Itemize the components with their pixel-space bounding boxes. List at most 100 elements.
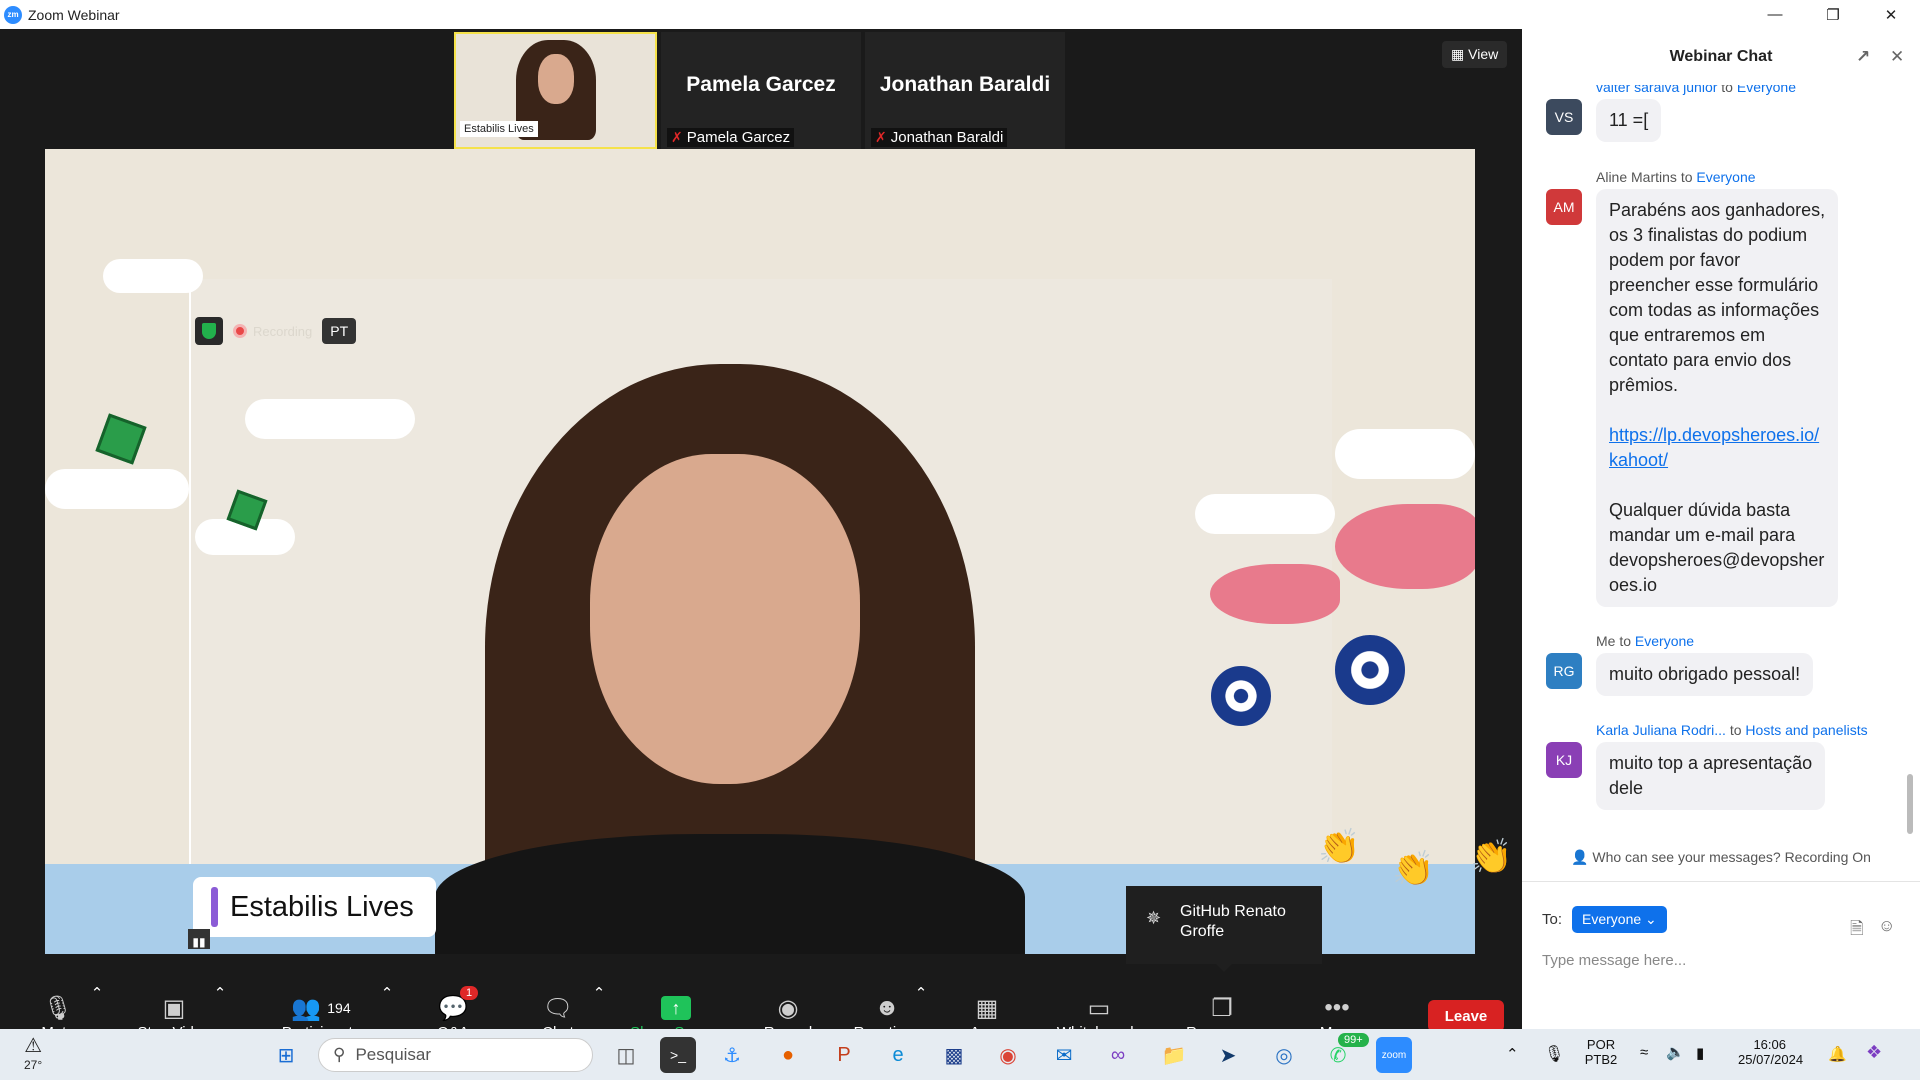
message-line: com todas as informações — [1609, 300, 1820, 320]
message-line: muito top a apresentação — [1609, 753, 1813, 773]
chat-scrollbar[interactable] — [1907, 774, 1913, 834]
app-icon[interactable]: ➤ — [1210, 1037, 1246, 1073]
message-line: Parabéns aos ganhadores, — [1609, 200, 1826, 220]
more-dots-icon: ••• — [1324, 994, 1350, 1021]
video-camera-icon: ▣ — [162, 994, 186, 1022]
leave-button[interactable]: Leave — [1428, 1000, 1504, 1032]
sender-name[interactable]: Karla Juliana Rodri... — [1596, 722, 1726, 738]
weather-widget[interactable]: ⚠ 27° — [24, 1033, 42, 1072]
chat-options-caret-icon[interactable]: ⌃ — [592, 984, 606, 1002]
message-line: prêmios. — [1609, 375, 1679, 395]
zoom-webinar-window: zm Zoom Webinar — ❐ ✕ Estabilis Lives Pa… — [0, 0, 1920, 1080]
chat-message: valter saraiva junior to Everyone VS 11 … — [1546, 85, 1906, 142]
recipient-name[interactable]: Everyone — [1737, 85, 1796, 95]
participant-tile-pamela[interactable]: Pamela Garcez ✗ Pamela Garcez — [661, 32, 861, 149]
whiteboard-icon: ▭ — [1087, 994, 1111, 1022]
docker-icon[interactable]: ⚓ — [714, 1037, 750, 1073]
edge-icon[interactable]: e — [880, 1037, 916, 1073]
whatsapp-icon[interactable]: ✆ 99+ — [1320, 1033, 1369, 1073]
avatar: KJ — [1546, 742, 1582, 778]
security-shield-icon[interactable] — [195, 317, 223, 345]
reactions-options-caret-icon[interactable]: ⌃ — [914, 984, 928, 1002]
copilot-icon[interactable]: ❖ — [1866, 1042, 1882, 1063]
participants-icon: 👥 194 — [291, 994, 351, 1022]
speaker-person — [435, 364, 1025, 954]
notifications-bell-icon[interactable]: 🔔 — [1828, 1045, 1847, 1063]
to-word: to — [1729, 722, 1742, 738]
powerpoint-icon[interactable]: P — [826, 1037, 862, 1073]
volume-icon[interactable]: 🔈 — [1666, 1043, 1685, 1061]
message-link-line[interactable]: kahoot/ — [1609, 450, 1668, 470]
message-link-line[interactable]: https://lp.devopsheroes.io/ — [1609, 425, 1819, 445]
globe-icon[interactable]: ◎ — [1266, 1037, 1302, 1073]
minimize-icon[interactable]: — — [1746, 0, 1804, 29]
message-visibility-note[interactable]: 👤 Who can see your messages? Recording O… — [1522, 849, 1920, 866]
recipient-name[interactable]: Hosts and panelists — [1745, 722, 1867, 738]
sender-name[interactable]: valter saraiva junior — [1596, 85, 1717, 95]
start-windows-icon[interactable]: ⊞ — [268, 1037, 304, 1073]
close-icon[interactable]: ✕ — [1862, 0, 1920, 29]
participants-options-caret-icon[interactable]: ⌃ — [380, 984, 394, 1002]
pop-out-icon[interactable]: ↗ — [1856, 47, 1870, 67]
chat-message: Aline Martins to Everyone AM Parabéns ao… — [1546, 169, 1906, 607]
file-explorer-icon[interactable]: 📁 — [1156, 1037, 1192, 1073]
mic-muted-icon: ✗ — [875, 129, 887, 145]
video-options-caret-icon[interactable]: ⌃ — [213, 984, 227, 1002]
search-icon: ⚲ — [333, 1045, 346, 1064]
chat-message-list[interactable]: valter saraiva junior to Everyone VS 11 … — [1522, 85, 1920, 835]
message-line: contato para envio dos — [1609, 350, 1792, 370]
participant-label-text: Jonathan Baraldi — [890, 129, 1004, 146]
view-button[interactable]: ▦ View — [1442, 41, 1508, 68]
message-header: Karla Juliana Rodri... to Hosts and pane… — [1596, 722, 1906, 738]
recipient-dropdown-value: Everyone — [1582, 911, 1642, 927]
clock-date: 25/07/2024 — [1738, 1052, 1804, 1067]
lang-bottom: PTB2 — [1584, 1052, 1618, 1067]
participant-label: ✗ Pamela Garcez — [667, 128, 795, 147]
close-chat-icon[interactable]: ✕ — [1890, 47, 1904, 67]
task-view-icon[interactable]: ◫ — [608, 1037, 644, 1073]
chat-title: Webinar Chat — [1669, 48, 1773, 65]
resource-tooltip: ✵ GitHub Renato Groffe — [1126, 886, 1322, 972]
sender-name[interactable]: Aline Martins — [1596, 169, 1677, 185]
mute-options-caret-icon[interactable]: ⌃ — [90, 984, 104, 1002]
recording-indicator[interactable]: Recording — [233, 324, 312, 339]
clock[interactable]: 16:06 25/07/2024 — [1738, 1037, 1804, 1067]
chrome-icon[interactable]: ◉ — [990, 1037, 1026, 1073]
message-line: devopsheroes@devopsher — [1609, 550, 1825, 570]
chat-header: Webinar Chat ↗ ✕ — [1522, 29, 1920, 85]
participant-tile-jonathan[interactable]: Jonathan Baraldi ✗ Jonathan Baraldi — [865, 32, 1065, 149]
message-input[interactable]: Type message here... — [1542, 952, 1686, 969]
screen-tool-icon[interactable]: ▩ — [936, 1037, 972, 1073]
message-link[interactable]: https://lp.devopsheroes.io/ — [1609, 423, 1825, 448]
microphone-tray-icon[interactable]: 🎙 — [1544, 1044, 1564, 1064]
restore-icon[interactable]: ❐ — [1804, 0, 1862, 29]
terminal-icon[interactable]: >_ — [660, 1037, 696, 1073]
visual-studio-icon[interactable]: ∞ — [1100, 1037, 1136, 1073]
language-interpretation-badge[interactable]: PT — [322, 318, 357, 344]
tray-overflow-icon[interactable]: ⌃ — [1506, 1045, 1519, 1063]
message-header: Me to Everyone — [1596, 633, 1906, 649]
signal-strength-icon[interactable]: ▮▮ — [188, 929, 210, 949]
zoom-taskbar-icon[interactable]: zoom — [1376, 1037, 1412, 1073]
wifi-icon[interactable]: ≈ — [1640, 1044, 1648, 1061]
message-link[interactable]: kahoot/ — [1609, 448, 1825, 473]
chat-composer: To: Everyone ⌄ 🗎 ☺ Type message here... — [1522, 881, 1920, 1029]
name-tag-accent — [211, 887, 218, 927]
recipient-name[interactable]: Everyone — [1696, 169, 1755, 185]
helm-wheel-decoration — [1211, 666, 1271, 726]
taskbar-search[interactable]: ⚲ Pesquisar — [318, 1038, 593, 1072]
video-tile-estabilis[interactable]: Estabilis Lives — [454, 32, 657, 149]
shared-video-stage — [45, 149, 1475, 954]
emoji-icon[interactable]: ☺ — [1878, 916, 1895, 936]
recipient-dropdown[interactable]: Everyone ⌄ — [1572, 906, 1667, 933]
cloud-decoration — [245, 399, 415, 439]
battery-icon[interactable]: ▮ — [1696, 1044, 1704, 1062]
file-attach-icon[interactable]: 🗎 — [1850, 916, 1864, 945]
sender-name: Me — [1596, 633, 1616, 649]
recipient-name[interactable]: Everyone — [1635, 633, 1694, 649]
input-language[interactable]: POR PTB2 — [1584, 1037, 1618, 1067]
dragon-decoration — [1335, 504, 1475, 589]
firefox-icon[interactable]: ● — [770, 1037, 806, 1073]
mail-icon[interactable]: ✉ — [1046, 1037, 1082, 1073]
meeting-status-badges: Recording PT — [195, 317, 357, 345]
